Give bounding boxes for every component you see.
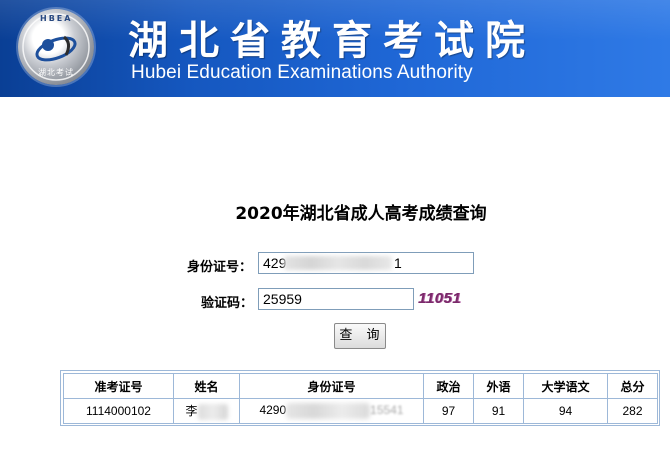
- col-header-id-number: 身份证号: [239, 373, 424, 399]
- id-visible-suffix: 15541: [370, 403, 404, 418]
- cell-politics: 97: [423, 398, 474, 424]
- id-visible-prefix: 4290: [259, 403, 287, 418]
- id-number-prefix: 429: [263, 255, 287, 271]
- page-title: 2020年湖北省成人高考成绩查询: [235, 204, 487, 224]
- query-button[interactable]: 查 询: [334, 323, 386, 349]
- results-table: 准考证号 姓名 身份证号 政治 外语 大学语文 总分 1114000102 李 …: [63, 373, 658, 424]
- hbea-logo-icon: HBEA 湖北考试: [18, 9, 94, 85]
- col-header-college-chinese: 大学语文: [523, 373, 608, 399]
- id-number-suffix: 1: [394, 255, 402, 271]
- redacted-name: [197, 403, 228, 420]
- redacted-id-digits: [284, 256, 392, 270]
- col-header-total: 总分: [607, 373, 658, 399]
- site-title-english: Hubei Education Examinations Authority: [131, 62, 473, 83]
- logo-top-text: HBEA: [40, 14, 73, 23]
- captcha-image[interactable]: 11051: [418, 290, 470, 310]
- col-header-politics: 政治: [423, 373, 474, 399]
- site-header-banner: HBEA 湖北考试 湖北省教育考试院 Hubei Education Exami…: [0, 0, 670, 97]
- table-row: 1114000102 李 4290 15541 97 91 94 282: [63, 398, 658, 424]
- cell-name: 李: [173, 398, 240, 424]
- name-visible-char: 李: [185, 404, 198, 419]
- captcha-value: 25959: [263, 291, 302, 307]
- results-header-row: 准考证号 姓名 身份证号 政治 外语 大学语文 总分: [63, 373, 658, 399]
- captcha-label: 验证码：: [201, 296, 254, 311]
- id-number-label: 身份证号：: [187, 260, 253, 275]
- cell-total: 282: [607, 398, 658, 424]
- site-title-chinese: 湖北省教育考试院: [128, 17, 536, 64]
- logo-bottom-text: 湖北考试: [38, 68, 74, 77]
- results-table-container: 准考证号 姓名 身份证号 政治 外语 大学语文 总分 1114000102 李 …: [60, 370, 660, 426]
- col-header-name: 姓名: [173, 373, 240, 399]
- col-header-exam-number: 准考证号: [63, 373, 174, 399]
- redacted-id: [286, 403, 371, 419]
- col-header-foreign-language: 外语: [473, 373, 524, 399]
- cell-foreign-language: 91: [473, 398, 524, 424]
- cell-college-chinese: 94: [523, 398, 608, 424]
- captcha-input[interactable]: 25959: [258, 288, 414, 310]
- cell-id-number: 4290 15541: [239, 398, 424, 424]
- cell-exam-number: 1114000102: [63, 398, 174, 424]
